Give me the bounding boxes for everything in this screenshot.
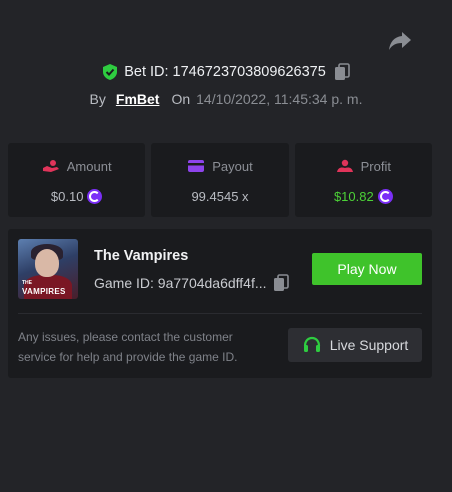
thumbnail-face (35, 249, 59, 277)
game-title: The Vampires (94, 248, 189, 264)
game-card: THE VAMPIRES The Vampires Game ID: 9a770… (8, 229, 432, 378)
user-link[interactable]: FmBet (116, 91, 160, 107)
live-support-label: Live Support (329, 337, 409, 353)
game-thumbnail[interactable]: THE VAMPIRES (18, 239, 78, 299)
bet-date: 14/10/2022, 11:45:34 p. m. (196, 91, 363, 107)
live-support-button[interactable]: Live Support (288, 328, 422, 362)
profit-stat: Profit $10.82 (294, 143, 432, 217)
amount-value: $0.10 (50, 188, 84, 204)
divider (18, 313, 422, 314)
profit-value: $10.82 (333, 188, 374, 204)
amount-label: Amount (66, 158, 112, 174)
hand-coin-icon (42, 160, 59, 172)
payout-stat: Payout 99.4545 x (151, 143, 289, 217)
support-note: Any issues, please contact the customer … (18, 330, 238, 364)
coin-icon (377, 188, 393, 204)
profit-label: Profit (360, 158, 391, 174)
copy-icon[interactable] (273, 274, 289, 292)
share-icon[interactable] (388, 30, 412, 52)
play-now-button[interactable]: Play Now (312, 253, 422, 285)
by-label: By (89, 91, 106, 107)
bet-id-row: Bet ID: 1746723703809626375 (0, 62, 452, 82)
thumbnail-small-text: THE (22, 280, 32, 286)
card-icon (188, 160, 205, 172)
user-money-icon (336, 159, 353, 172)
bet-stats: Amount $0.10 Payout 99.4545 x Profit $10… (8, 143, 432, 217)
on-label: On (171, 91, 191, 107)
headset-icon (303, 336, 320, 352)
payout-value: 99.4545 x (191, 188, 249, 204)
amount-stat: Amount $0.10 (8, 143, 146, 217)
copy-icon[interactable] (334, 63, 350, 81)
game-id: Game ID: 9a7704da6dff4f... (94, 275, 267, 291)
payout-label: Payout (212, 158, 253, 174)
bet-byline: By FmBet On 14/10/2022, 11:45:34 p. m. (0, 90, 452, 108)
game-id-row: Game ID: 9a7704da6dff4f... (94, 274, 289, 292)
thumbnail-title-text: VAMPIRES (22, 287, 66, 296)
coin-icon (87, 188, 103, 204)
bet-id: Bet ID: 1746723703809626375 (124, 64, 326, 80)
shield-check-icon (103, 64, 118, 80)
